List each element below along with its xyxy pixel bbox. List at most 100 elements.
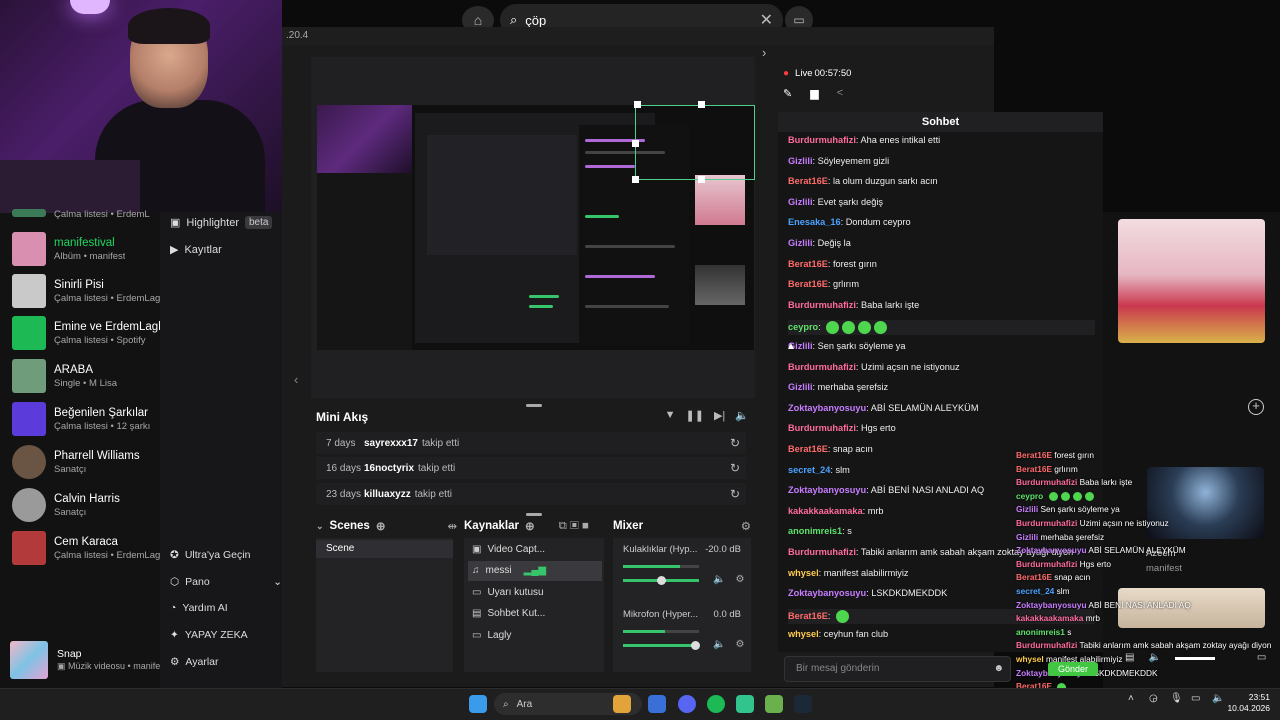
event-user[interactable]: 16noctyrix [364,463,414,474]
now-playing-title[interactable]: Snap [57,648,82,660]
source-item[interactable]: ▣ Video Capt... [468,539,602,559]
steam-icon[interactable] [794,695,812,713]
resize-handle[interactable] [632,176,639,183]
chat-username[interactable]: kakakkaakamaka [788,506,863,516]
chat-message-input[interactable]: Bir mesaj gönderin ☻ [784,656,1011,682]
menu-help[interactable]: ◔ Yardım AI [170,602,228,614]
library-item[interactable]: ARABA Single • M Lisa [12,356,160,396]
album-art-image[interactable] [1118,219,1265,343]
chat-username[interactable]: anonimreis1 [788,526,842,536]
resize-handle[interactable] [698,176,705,183]
start-icon[interactable] [469,695,487,713]
share-icon[interactable]: < [837,87,843,100]
replay-icon[interactable]: ↻ [730,461,740,475]
chat-username[interactable]: Berat16E [788,611,828,621]
speaker-icon[interactable]: 🔈 [713,639,725,650]
chat-username[interactable]: Burdurmuhafizi [788,362,856,372]
widget-icon[interactable] [613,695,631,713]
resize-handle[interactable] [634,101,641,108]
chat-username[interactable]: Zoktaybanyosuyu [788,588,866,598]
microphone-icon[interactable]: 🎙 [1170,693,1183,704]
volume-icon[interactable]: 🔈 [1212,693,1224,704]
source-item[interactable]: ▭ Lagly [468,625,602,645]
taskbar-clock[interactable]: 23:51 10.04.2026 [1226,692,1270,714]
collapse-chevron-icon[interactable]: ⌄ [316,521,324,532]
library-item[interactable]: Sinirli Pisi Çalma listesi • ErdemLagl [12,271,160,311]
chat-username[interactable]: Burdurmuhafizi [788,135,856,145]
chat-username[interactable]: Berat16E [788,279,828,289]
spotify-icon[interactable] [707,695,725,713]
chat-username[interactable]: whysel [788,629,819,639]
now-playing-thumb[interactable] [10,641,48,679]
pip-icon[interactable]: ▭ [1257,652,1266,663]
source-item[interactable]: ▤ Sohbet Kut... [468,604,602,624]
pause-icon[interactable]: ❚❚ [686,409,704,422]
chat-username[interactable]: Burdurmuhafizi [788,423,856,433]
add-scene-icon[interactable]: ⊕ [376,519,386,533]
app-icon[interactable] [648,695,666,713]
tray-chevron-icon[interactable]: ˄ [1128,693,1134,704]
edit-icon[interactable]: ✎ [783,87,792,100]
emoji-icon[interactable]: ☻ [993,657,1004,681]
gear-icon[interactable]: ⚙ [735,639,744,650]
chat-username[interactable]: Burdurmuhafizi [788,547,856,557]
event-user[interactable]: sayrexxx17 [364,438,418,449]
library-item[interactable]: Cem Karaca Çalma listesi • ErdemLagl [12,528,160,568]
chat-username[interactable]: Gizlili [788,156,813,166]
tray-app-icon[interactable]: ◶ [1149,693,1158,704]
resize-handle[interactable] [632,140,639,147]
volume-slider[interactable] [623,644,699,647]
event-user[interactable]: killuaxyzz [364,489,411,500]
source-item[interactable]: ▭ Uyarı kutusu [468,582,602,602]
discord-icon[interactable] [678,695,696,713]
streamlabs-icon[interactable] [736,695,754,713]
chat-username[interactable]: Burdurmuhafizi [788,300,856,310]
add-source-icon[interactable]: ⊕ [525,519,535,533]
chat-username[interactable]: Zoktaybanyosuyu [788,485,866,495]
game-icon[interactable] [765,695,783,713]
library-item[interactable]: Çalma listesi • ErdemL [12,206,160,220]
chat-username[interactable]: Gizlili [788,382,813,392]
expand-right-icon[interactable]: › [762,45,766,60]
concert-image[interactable] [1147,467,1264,539]
chat-username[interactable]: ceypro [788,322,818,332]
source-item[interactable]: ♫ messi ▂▄▆ [468,560,602,581]
chat-username[interactable]: Gizlili [788,197,813,207]
volume-knob[interactable] [657,576,666,585]
library-item[interactable]: Emine ve ErdemLagly Çalma listesi • Spoti… [12,313,160,353]
speaker-icon[interactable]: 🔈 [1148,652,1160,663]
library-item[interactable]: manifestival Albüm • manifest [12,229,160,269]
network-icon[interactable]: ▭ [1191,693,1200,704]
chat-username[interactable]: Enesaka_16 [788,217,841,227]
speaker-icon[interactable]: 🔈 [713,574,725,585]
resize-handle[interactable] [698,101,705,108]
nav-highlighter[interactable]: ▣ Highlighter beta [170,216,273,229]
scene-transition-icon[interactable]: ⇹ [447,519,457,533]
chat-username[interactable]: Berat16E [788,259,828,269]
library-item[interactable]: Calvin Harris Sanatçı [12,485,160,525]
volume-slider[interactable] [1174,657,1215,660]
chat-username[interactable]: Gizlili [788,238,813,248]
menu-ai[interactable]: ✦ YAPAY ZEKA [170,629,248,641]
chat-username[interactable]: Berat16E [788,444,828,454]
menu-dashboard[interactable]: ⬡ Pano ⌄ [170,576,282,588]
scene-item[interactable]: Scene [316,540,453,558]
chat-username[interactable]: secret_24 [788,465,830,475]
menu-ultra[interactable]: ✪ Ultra'ya Geçin [170,549,250,561]
menu-settings[interactable]: ⚙ Ayarlar [170,656,219,668]
filter-icon[interactable]: ▼ [665,409,676,422]
source-tool-icon[interactable]: ⧉ ▣ ■ [559,520,589,533]
mixer-settings-icon[interactable]: ⚙ [741,519,751,533]
replay-icon[interactable]: ↻ [730,487,740,501]
camera-icon[interactable]: ▆ [810,87,818,100]
queue-icon[interactable]: ▤ [1125,652,1134,663]
collapse-left-icon[interactable]: ‹ [294,372,298,387]
source-selection-frame[interactable] [635,105,755,180]
chat-username[interactable]: Berat16E [788,176,828,186]
gear-icon[interactable]: ⚙ [735,574,744,585]
library-item[interactable]: Beğenilen Şarkılar Çalma listesi • 12 şar… [12,399,160,439]
send-button[interactable]: Gönder [1048,662,1098,676]
skip-icon[interactable]: ▶| [714,409,725,422]
chat-username[interactable]: whysel [788,568,819,578]
volume-icon[interactable]: 🔈 [735,409,749,422]
